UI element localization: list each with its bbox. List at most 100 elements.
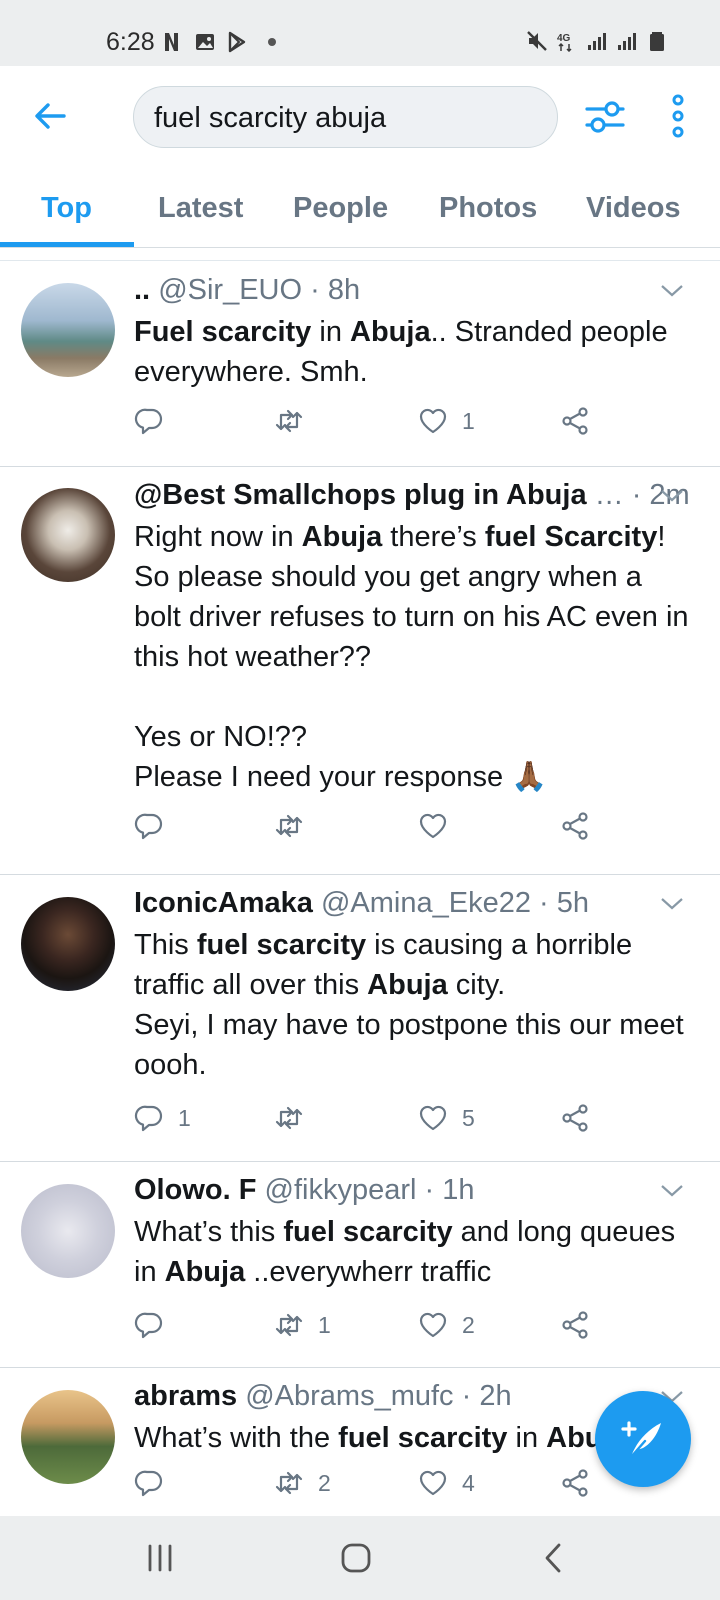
retweet-count: 1 bbox=[318, 1311, 331, 1338]
search-box[interactable] bbox=[133, 86, 558, 148]
avatar[interactable] bbox=[21, 488, 115, 582]
share-button[interactable] bbox=[560, 1468, 590, 1498]
divider bbox=[0, 260, 720, 261]
avatar[interactable] bbox=[21, 283, 115, 377]
tweet-author-handle[interactable]: … bbox=[595, 479, 624, 511]
retweet-icon bbox=[275, 1471, 303, 1495]
tweet-author-name[interactable]: .. bbox=[134, 274, 150, 306]
avatar[interactable] bbox=[21, 897, 115, 991]
search-term-highlight: fuel scarcity bbox=[196, 929, 367, 961]
like-count: 5 bbox=[462, 1104, 475, 1131]
svg-text:4G: 4G bbox=[557, 33, 571, 44]
avatar[interactable] bbox=[21, 1390, 115, 1484]
share-button[interactable] bbox=[560, 1103, 590, 1133]
search-term-highlight: fuel scarcity bbox=[283, 1216, 453, 1248]
share-button[interactable] bbox=[560, 406, 590, 436]
tweet-text-segment: there’s bbox=[382, 521, 485, 553]
more-options-icon[interactable] bbox=[668, 94, 688, 138]
reply-count: 1 bbox=[178, 1104, 191, 1131]
tweet-actions: 1 bbox=[134, 406, 614, 442]
heart-icon bbox=[419, 408, 447, 434]
tab-photos[interactable]: Photos bbox=[439, 192, 537, 225]
tab-people[interactable]: People bbox=[293, 192, 388, 225]
chevron-down-icon[interactable] bbox=[660, 489, 684, 503]
reply-button[interactable] bbox=[134, 1310, 178, 1340]
tweet-text-segment: ! bbox=[657, 521, 666, 553]
search-header bbox=[0, 66, 720, 176]
mute-icon bbox=[527, 31, 547, 51]
tweet-text-segment: in bbox=[507, 1422, 547, 1454]
retweet-button[interactable] bbox=[274, 811, 318, 841]
like-button[interactable] bbox=[418, 811, 462, 841]
back-arrow-icon[interactable] bbox=[30, 96, 70, 136]
tweet-text-segment: ..everywherr traffic bbox=[245, 1256, 492, 1288]
chevron-down-icon[interactable] bbox=[660, 897, 684, 911]
tab-latest[interactable]: Latest bbox=[158, 192, 243, 225]
like-button[interactable]: 1 bbox=[418, 406, 475, 436]
status-bar: 6:28 4G bbox=[0, 0, 720, 66]
search-input[interactable] bbox=[154, 99, 544, 137]
tweet-text-segment: city. bbox=[447, 969, 506, 1001]
retweet-button[interactable]: 2 bbox=[274, 1468, 331, 1498]
retweet-icon bbox=[275, 1106, 303, 1130]
tweet-text: Fuel scarcity in Abuja.. Stranded people… bbox=[134, 312, 694, 392]
tweet-author-name[interactable]: @Best Smallchops plug in Abuja bbox=[134, 479, 587, 511]
like-button[interactable]: 2 bbox=[418, 1310, 475, 1340]
compose-tweet-button[interactable] bbox=[595, 1391, 691, 1487]
tweet-text-segment: So please should you get angry when a bo… bbox=[134, 561, 689, 673]
reply-button[interactable]: 1 bbox=[134, 1103, 191, 1133]
reply-icon bbox=[134, 1312, 163, 1339]
search-term-highlight: Abuja bbox=[350, 316, 431, 348]
retweet-button[interactable] bbox=[274, 406, 318, 436]
tweet-author-handle[interactable]: @Amina_Eke22 bbox=[321, 887, 531, 919]
reply-button[interactable] bbox=[134, 1468, 178, 1498]
tweet-author-name[interactable]: IconicAmaka bbox=[134, 887, 313, 919]
chevron-down-icon[interactable] bbox=[660, 284, 684, 298]
avatar[interactable] bbox=[21, 1184, 115, 1278]
like-button[interactable]: 4 bbox=[418, 1468, 475, 1498]
back-icon[interactable] bbox=[536, 1540, 572, 1576]
recents-icon[interactable] bbox=[142, 1540, 178, 1576]
tweet[interactable]: .. @Sir_EUO · 8h Fuel scarcity in Abuja.… bbox=[0, 262, 720, 467]
tweet-time: · 1h bbox=[424, 1174, 475, 1206]
search-term-highlight: Abuja bbox=[367, 969, 448, 1001]
tweet-author-handle[interactable]: @Abrams_mufc bbox=[245, 1380, 453, 1412]
retweet-button[interactable] bbox=[274, 1103, 318, 1133]
tweet-author-name[interactable]: abrams bbox=[134, 1380, 237, 1412]
tweet-time: · 8h bbox=[310, 274, 361, 306]
tweet-author-handle[interactable]: @fikkypearl bbox=[265, 1174, 417, 1206]
retweet-count: 2 bbox=[318, 1469, 331, 1496]
signal-icon bbox=[618, 33, 636, 50]
home-icon[interactable] bbox=[338, 1540, 374, 1576]
reply-button[interactable] bbox=[134, 406, 178, 436]
compose-tweet-icon bbox=[621, 1421, 661, 1459]
tweet[interactable]: @Best Smallchops plug in Abuja … · 2m Ri… bbox=[0, 467, 720, 875]
heart-icon bbox=[419, 1312, 447, 1338]
retweet-button[interactable]: 1 bbox=[274, 1310, 331, 1340]
share-icon bbox=[562, 1104, 588, 1132]
search-filter-icon[interactable] bbox=[584, 96, 626, 138]
tab-top[interactable]: Top bbox=[41, 192, 92, 225]
reply-button[interactable] bbox=[134, 811, 178, 841]
tweet-actions bbox=[134, 811, 614, 847]
share-button[interactable] bbox=[560, 1310, 590, 1340]
tweet-author-name[interactable]: Olowo. F bbox=[134, 1174, 256, 1206]
tweet-time: · 2h bbox=[461, 1380, 512, 1412]
reply-icon bbox=[134, 1105, 163, 1132]
tweet[interactable]: Olowo. F @fikkypearl · 1h What’s this fu… bbox=[0, 1162, 720, 1368]
share-icon bbox=[562, 1311, 588, 1339]
tweet-text: Right now in Abuja there’s fuel Scarcity… bbox=[134, 517, 694, 797]
notification-dot-icon bbox=[268, 38, 276, 46]
chevron-down-icon[interactable] bbox=[660, 1184, 684, 1198]
status-time: 6:28 bbox=[106, 28, 155, 56]
retweet-icon bbox=[275, 1313, 303, 1337]
share-icon bbox=[562, 407, 588, 435]
tweet-text-segment: in bbox=[311, 316, 351, 348]
share-button[interactable] bbox=[560, 811, 590, 841]
tweet[interactable]: IconicAmaka @Amina_Eke22 · 5h This fuel … bbox=[0, 875, 720, 1162]
like-button[interactable]: 5 bbox=[418, 1103, 475, 1133]
tab-videos[interactable]: Videos bbox=[586, 192, 681, 225]
reply-icon bbox=[134, 1470, 163, 1497]
signal-icon bbox=[588, 33, 606, 50]
tweet-author-handle[interactable]: @Sir_EUO bbox=[158, 274, 302, 306]
